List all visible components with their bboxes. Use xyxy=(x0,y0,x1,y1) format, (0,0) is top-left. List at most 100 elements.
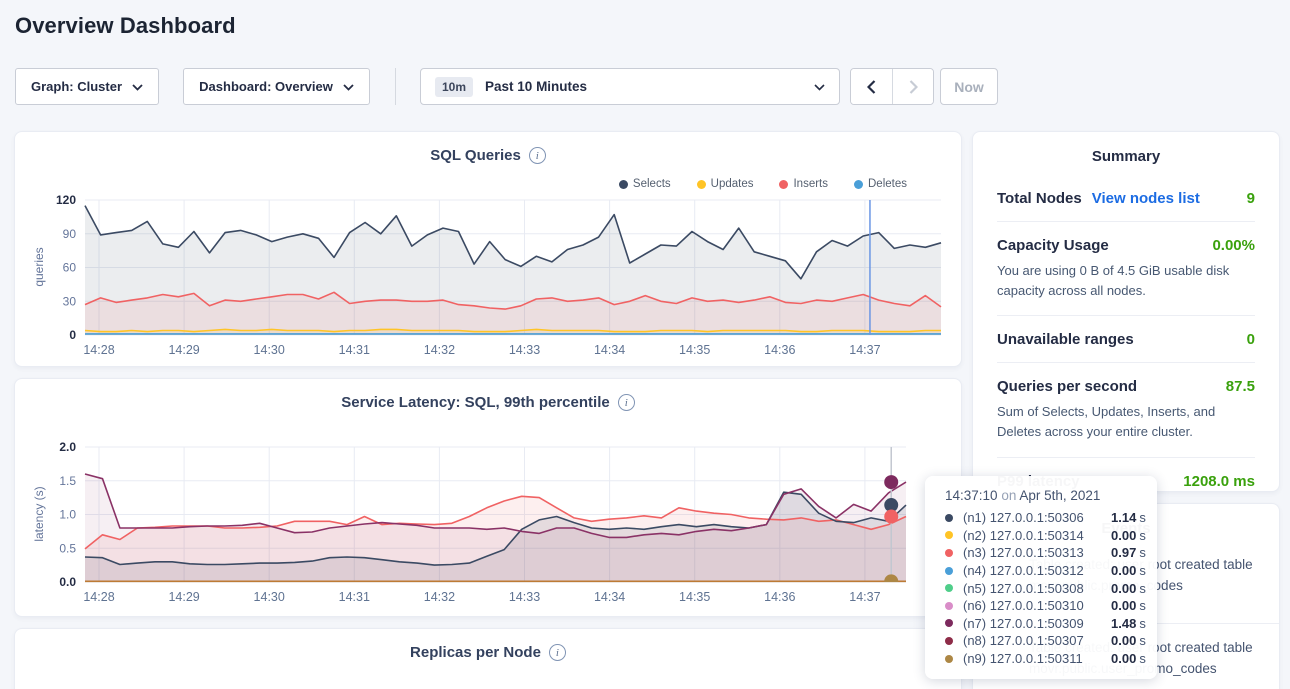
tooltip-node-value: 0.00 xyxy=(1111,563,1136,578)
svg-text:14:35: 14:35 xyxy=(679,590,710,604)
now-button[interactable]: Now xyxy=(940,68,998,105)
tooltip-node-value: 0.00 xyxy=(1111,598,1136,613)
tooltip-node-address: (n4) 127.0.0.1:50312 xyxy=(963,563,1111,578)
page-title: Overview Dashboard xyxy=(15,13,236,39)
toolbar-divider xyxy=(395,68,396,105)
svg-text:14:37: 14:37 xyxy=(849,590,880,604)
capacity-usage-row: Capacity Usage 0.00% You are using 0 B o… xyxy=(997,221,1255,315)
next-time-button[interactable] xyxy=(892,69,933,104)
tooltip-node-unit: s xyxy=(1139,545,1146,560)
svg-text:14:28: 14:28 xyxy=(83,343,114,357)
graph-dropdown[interactable]: Graph: Cluster xyxy=(15,68,159,105)
sql-queries-legend: Selects Updates Inserts Deletes xyxy=(619,178,907,190)
svg-text:0.0: 0.0 xyxy=(59,575,76,589)
time-range-label: Past 10 Minutes xyxy=(485,79,587,94)
queries-per-second-label: Queries per second xyxy=(997,378,1137,395)
tooltip-node-address: (n6) 127.0.0.1:50310 xyxy=(963,598,1111,613)
info-icon[interactable]: i xyxy=(618,394,635,411)
legend-label: Inserts xyxy=(793,178,828,190)
svg-text:14:35: 14:35 xyxy=(679,343,710,357)
dashboard-dropdown[interactable]: Dashboard: Overview xyxy=(183,68,370,105)
legend-item-deletes[interactable]: Deletes xyxy=(854,178,907,190)
unavailable-ranges-label: Unavailable ranges xyxy=(997,331,1134,348)
total-nodes-row: Total Nodes View nodes list 9 xyxy=(997,175,1255,221)
svg-text:14:31: 14:31 xyxy=(339,343,370,357)
tooltip-node-unit: s xyxy=(1139,510,1146,525)
info-icon[interactable]: i xyxy=(549,644,566,661)
chevron-down-icon xyxy=(343,79,354,94)
info-icon[interactable]: i xyxy=(529,147,546,164)
total-nodes-label: Total Nodes xyxy=(997,190,1082,207)
legend-item-inserts[interactable]: Inserts xyxy=(779,178,828,190)
time-range-picker[interactable]: 10m Past 10 Minutes xyxy=(420,68,840,105)
sql-queries-title: SQL Queries xyxy=(430,147,521,164)
tooltip-row: (n7) 127.0.0.1:503091.48s xyxy=(945,615,1157,633)
legend-dot-icon xyxy=(697,180,706,189)
tooltip-on: on xyxy=(1001,488,1016,503)
svg-text:120: 120 xyxy=(56,193,76,207)
time-range-badge: 10m xyxy=(435,77,473,97)
overview-dashboard-page: Overview Dashboard Graph: Cluster Dashbo… xyxy=(0,0,1290,689)
node-color-dot-icon xyxy=(945,602,953,610)
tooltip-node-value: 0.97 xyxy=(1111,545,1136,560)
svg-text:14:30: 14:30 xyxy=(254,343,285,357)
tooltip-row: (n9) 127.0.0.1:503110.00s xyxy=(945,650,1157,668)
view-nodes-list-link[interactable]: View nodes list xyxy=(1092,190,1200,207)
legend-item-selects[interactable]: Selects xyxy=(619,178,671,190)
tooltip-row: (n1) 127.0.0.1:503061.14s xyxy=(945,509,1157,527)
svg-text:14:34: 14:34 xyxy=(594,343,625,357)
svg-text:14:33: 14:33 xyxy=(509,343,540,357)
capacity-usage-value: 0.00% xyxy=(1212,237,1255,254)
tooltip-node-address: (n8) 127.0.0.1:50307 xyxy=(963,633,1111,648)
service-latency-title: Service Latency: SQL, 99th percentile xyxy=(341,394,609,411)
svg-text:30: 30 xyxy=(63,294,77,308)
summary-panel: Summary Total Nodes View nodes list 9 Ca… xyxy=(972,131,1280,492)
tooltip-date: Apr 5th, 2021 xyxy=(1019,488,1100,503)
tooltip-node-address: (n7) 127.0.0.1:50309 xyxy=(963,616,1111,631)
tooltip-node-unit: s xyxy=(1139,598,1146,613)
service-latency-chart[interactable]: 0.00.51.01.52.014:2814:2914:3014:3114:32… xyxy=(15,439,963,611)
svg-text:14:29: 14:29 xyxy=(168,343,199,357)
tooltip-node-address: (n3) 127.0.0.1:50313 xyxy=(963,545,1111,560)
node-color-dot-icon xyxy=(945,655,953,663)
legend-label: Selects xyxy=(633,178,671,190)
tooltip-node-unit: s xyxy=(1139,616,1146,631)
tooltip-node-value: 0.00 xyxy=(1111,633,1136,648)
tooltip-node-unit: s xyxy=(1139,651,1146,666)
tooltip-time: 14:37:10 xyxy=(945,488,998,503)
prev-time-button[interactable] xyxy=(851,69,892,104)
tooltip-row: (n4) 127.0.0.1:503120.00s xyxy=(945,562,1157,580)
svg-text:14:32: 14:32 xyxy=(424,343,455,357)
tooltip-node-address: (n5) 127.0.0.1:50308 xyxy=(963,581,1111,596)
graph-dropdown-label: Graph: Cluster xyxy=(31,79,122,94)
svg-text:2.0: 2.0 xyxy=(59,440,76,454)
tooltip-row: (n2) 127.0.0.1:503140.00s xyxy=(945,527,1157,545)
queries-per-second-value: 87.5 xyxy=(1226,378,1255,395)
tooltip-node-unit: s xyxy=(1139,528,1146,543)
chevron-left-icon xyxy=(867,80,876,94)
dashboard-dropdown-label: Dashboard: Overview xyxy=(199,79,333,94)
svg-text:14:30: 14:30 xyxy=(254,590,285,604)
tooltip-rows: (n1) 127.0.0.1:503061.14s(n2) 127.0.0.1:… xyxy=(945,509,1157,667)
tooltip-node-address: (n2) 127.0.0.1:50314 xyxy=(963,528,1111,543)
tooltip-row: (n8) 127.0.0.1:503070.00s xyxy=(945,632,1157,650)
tooltip-node-address: (n1) 127.0.0.1:50306 xyxy=(963,510,1111,525)
unavailable-ranges-row: Unavailable ranges 0 xyxy=(997,315,1255,362)
legend-item-updates[interactable]: Updates xyxy=(697,178,754,190)
summary-title: Summary xyxy=(973,132,1279,175)
sql-queries-chart[interactable]: 030609012014:2814:2914:3014:3114:3214:33… xyxy=(15,192,963,364)
node-color-dot-icon xyxy=(945,619,953,627)
chevron-down-icon xyxy=(132,79,143,94)
tooltip-node-value: 1.14 xyxy=(1111,510,1136,525)
tooltip-node-unit: s xyxy=(1139,633,1146,648)
node-color-dot-icon xyxy=(945,567,953,575)
legend-label: Updates xyxy=(711,178,754,190)
tooltip-row: (n3) 127.0.0.1:503130.97s xyxy=(945,544,1157,562)
tooltip-node-value: 1.48 xyxy=(1111,616,1136,631)
node-color-dot-icon xyxy=(945,549,953,557)
svg-text:60: 60 xyxy=(63,261,77,275)
svg-text:14:36: 14:36 xyxy=(764,343,795,357)
capacity-usage-description: You are using 0 B of 4.5 GiB usable disk… xyxy=(997,261,1255,301)
tooltip-row: (n5) 127.0.0.1:503080.00s xyxy=(945,579,1157,597)
unavailable-ranges-value: 0 xyxy=(1247,331,1255,348)
